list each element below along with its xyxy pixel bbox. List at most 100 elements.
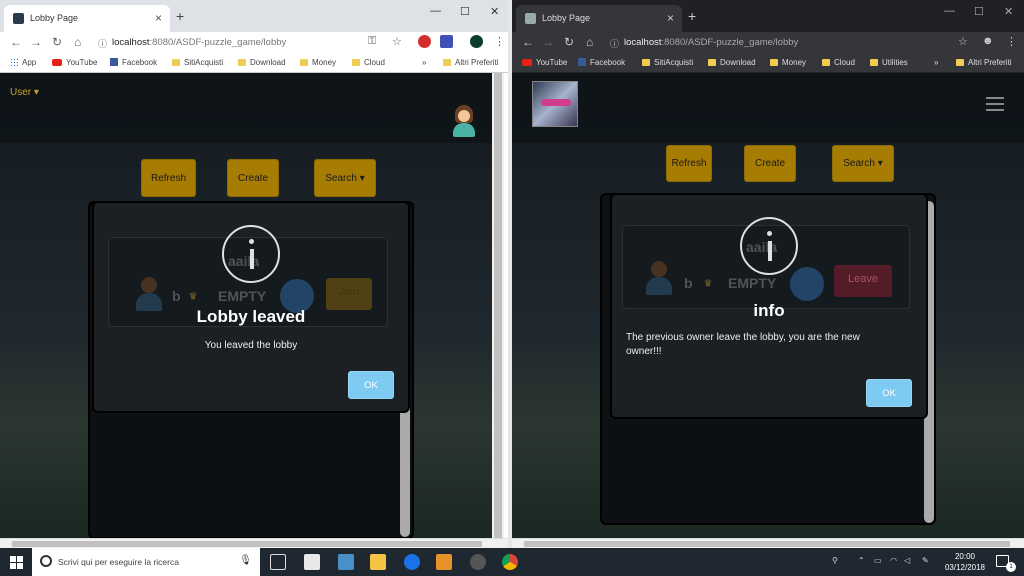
bookmark-utilities[interactable]: Utilities [870, 58, 908, 67]
menu-icon[interactable]: ⋮ [1006, 35, 1017, 48]
ok-button[interactable]: OK [348, 371, 394, 399]
windows-taskbar: Scrivi qui per eseguire la ricerca 🎙 ⚲ ⌃… [0, 548, 1024, 576]
back-icon[interactable]: ← [522, 35, 534, 49]
close-tab-icon[interactable]: × [155, 11, 162, 25]
start-button[interactable] [0, 548, 32, 576]
bookmark-youtube[interactable]: YouTube [52, 58, 97, 67]
home-icon[interactable]: ⌂ [586, 35, 593, 49]
people-icon[interactable]: ⚲ [832, 556, 838, 565]
star-icon[interactable]: ☆ [392, 35, 402, 48]
reload-icon[interactable]: ↻ [52, 35, 62, 49]
chrome-icon[interactable] [502, 554, 518, 570]
bookmark-facebook[interactable]: Facebook [110, 58, 157, 67]
site-favicon-icon [525, 13, 536, 24]
close-window-button[interactable]: ✕ [490, 5, 499, 18]
bookmark-sitiacquisti[interactable]: SitiAcquisti [642, 58, 693, 67]
maximize-button[interactable]: ☐ [460, 5, 470, 18]
search-dropdown-button[interactable]: Search ▾ [314, 159, 376, 197]
create-button[interactable]: Create [227, 159, 279, 197]
bookmark-apps[interactable]: App [10, 58, 36, 67]
maximize-button[interactable]: ☐ [974, 5, 984, 18]
profile-avatar-icon[interactable] [470, 35, 483, 48]
maps-icon[interactable] [404, 554, 420, 570]
home-icon[interactable]: ⌂ [74, 35, 81, 49]
left-browser-window: Lobby Page × + — ☐ ✕ ← → ↻ ⌂ ⓘ localhost… [0, 0, 512, 548]
toolbar: ← → ↻ ⌂ ⓘ localhost:8080/ASDF-puzzle_gam… [0, 32, 512, 54]
store-icon[interactable] [304, 554, 320, 570]
forward-icon[interactable]: → [542, 35, 554, 49]
tab-lobby-page[interactable]: Lobby Page × [516, 5, 682, 32]
minimize-button[interactable]: — [944, 5, 955, 17]
star-icon[interactable]: ☆ [958, 35, 968, 48]
bookmark-facebook[interactable]: Facebook [578, 58, 625, 67]
bookmark-money[interactable]: Money [300, 58, 336, 67]
volume-icon[interactable]: ◁ [904, 556, 910, 565]
search-dropdown-button[interactable]: Search ▾ [832, 145, 894, 182]
settings-gear-icon[interactable] [470, 554, 486, 570]
bookmark-money[interactable]: Money [770, 58, 806, 67]
info-icon[interactable]: ⓘ [610, 37, 619, 50]
close-tab-icon[interactable]: × [667, 11, 674, 25]
minimize-button[interactable]: — [430, 5, 441, 17]
ok-button[interactable]: OK [866, 379, 912, 407]
battery-icon[interactable]: ▭ [874, 556, 882, 565]
bookmark-download[interactable]: Download [238, 58, 286, 67]
task-view-icon[interactable] [270, 554, 286, 570]
computer-icon[interactable] [338, 554, 354, 570]
tab-lobby-page[interactable]: Lobby Page × [4, 5, 170, 32]
bookmark-youtube[interactable]: YouTube [522, 58, 567, 67]
pocket-extension-icon[interactable] [440, 35, 453, 48]
empty-slot: EMPTY [218, 288, 267, 304]
adblock-extension-icon[interactable] [418, 35, 431, 48]
microphone-icon[interactable]: 🎙 [239, 555, 252, 566]
refresh-button[interactable]: Refresh [666, 145, 712, 182]
system-clock[interactable]: 20:00 03/12/2018 [940, 551, 990, 573]
close-window-button[interactable]: ✕ [1004, 5, 1013, 18]
create-button[interactable]: Create [744, 145, 796, 182]
reload-icon[interactable]: ↻ [564, 35, 574, 49]
tab-strip: Lobby Page × + — ☐ ✕ [512, 0, 1024, 32]
forward-icon[interactable]: → [30, 35, 42, 49]
new-tab-button[interactable]: + [176, 8, 184, 24]
profile-icon[interactable]: ☻ [982, 35, 994, 47]
pen-icon[interactable]: ✎ [922, 556, 929, 565]
url-path: :8080/ASDF-puzzle_game/lobby [661, 37, 799, 48]
page-horizontal-scrollbar[interactable] [0, 538, 512, 548]
address-bar[interactable]: ⓘ localhost:8080/ASDF-puzzle_game/lobby [96, 34, 412, 52]
back-icon[interactable]: ← [10, 35, 22, 49]
address-bar[interactable]: ⓘ localhost:8080/ASDF-puzzle_game/lobby [608, 34, 954, 52]
bookmark-other[interactable]: Altri Preferiti [956, 58, 1012, 67]
wifi-icon[interactable]: ◠ [890, 556, 897, 565]
bookmark-cloud[interactable]: Cloud [352, 58, 385, 67]
dialog-title: Lobby leaved [196, 307, 306, 326]
more-bookmarks-icon[interactable]: » [934, 58, 938, 67]
info-dialog: aaila b ♛ EMPTY Leave info The previous … [610, 193, 928, 419]
bookmark-cloud[interactable]: Cloud [822, 58, 855, 67]
bookmark-other[interactable]: Altri Preferiti [443, 58, 499, 67]
dialog-message: The previous owner leave the lobby, you … [626, 332, 860, 357]
key-icon[interactable]: ⚿ [368, 35, 376, 48]
hamburger-menu-icon[interactable] [986, 97, 1004, 115]
more-bookmarks-icon[interactable]: » [422, 58, 426, 67]
tab-title: Lobby Page [542, 13, 591, 23]
refresh-button[interactable]: Refresh [141, 159, 196, 197]
page-horizontal-scrollbar[interactable] [512, 538, 1024, 548]
navbar: User ▾ [0, 73, 500, 143]
new-tab-button[interactable]: + [688, 8, 696, 24]
bookmarks-bar: App YouTube Facebook SitiAcquisti Downlo… [0, 54, 512, 73]
show-hidden-icons-chevron-icon[interactable]: ⌃ [858, 556, 865, 565]
page-vertical-scrollbar[interactable] [492, 73, 504, 543]
file-explorer-icon[interactable] [370, 554, 386, 570]
join-button[interactable]: Join [326, 278, 372, 310]
info-icon[interactable]: ⓘ [98, 37, 107, 50]
bookmark-download[interactable]: Download [708, 58, 756, 67]
empty-slot: EMPTY [728, 275, 777, 291]
right-browser-window: Lobby Page × + — ☐ ✕ ← → ↻ ⌂ ⓘ localhost… [512, 0, 1024, 548]
leave-button[interactable]: Leave [834, 265, 892, 297]
menu-icon[interactable]: ⋮ [494, 35, 505, 48]
taskbar-search-input[interactable]: Scrivi qui per eseguire la ricerca 🎙 [32, 548, 260, 576]
sublime-text-icon[interactable] [436, 554, 452, 570]
bookmark-sitiacquisti[interactable]: SitiAcquisti [172, 58, 223, 67]
cat-logo-icon[interactable] [532, 81, 578, 127]
user-dropdown[interactable]: User ▾ [10, 87, 39, 98]
